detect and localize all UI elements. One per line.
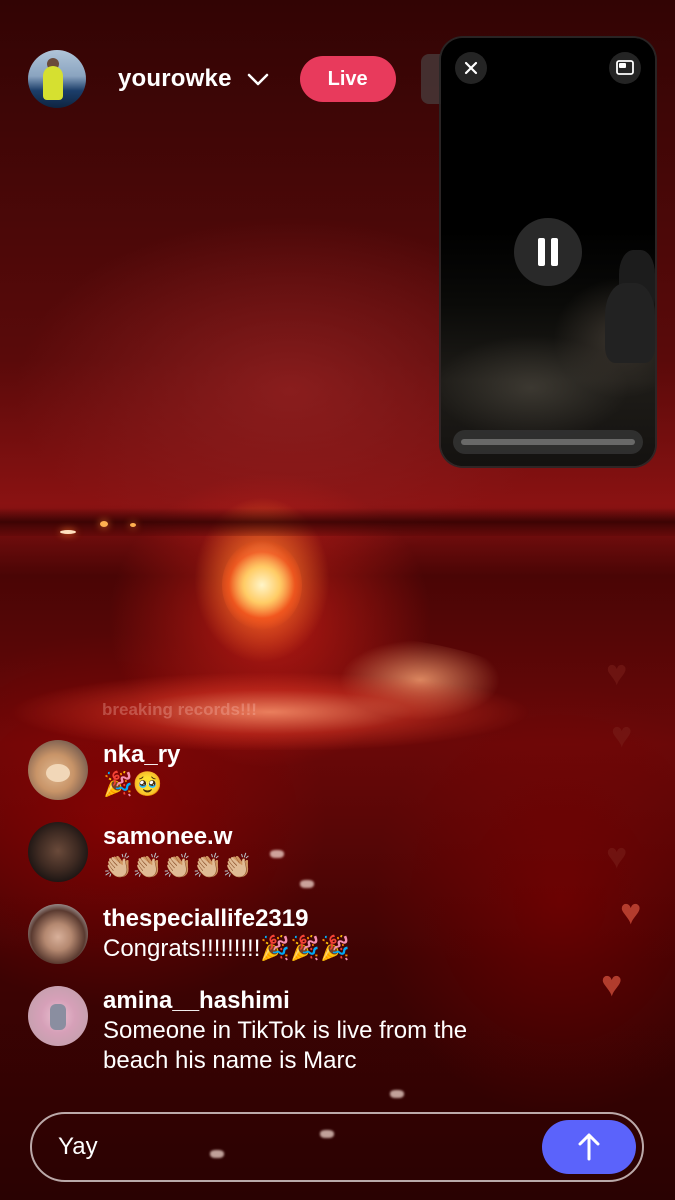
pip-close-button[interactable] xyxy=(455,52,487,84)
shore-light xyxy=(100,521,108,527)
commenter-username[interactable]: nka_ry xyxy=(103,740,180,770)
commenter-avatar[interactable] xyxy=(28,822,88,882)
flare xyxy=(222,540,302,630)
pip-scrubber[interactable] xyxy=(453,430,643,454)
pause-icon xyxy=(538,238,558,266)
pip-person xyxy=(605,283,655,363)
comment-text: 👏🏼👏🏼👏🏼👏🏼👏🏼 xyxy=(103,853,253,880)
chevron-down-icon[interactable] xyxy=(246,67,270,91)
commenter-username[interactable]: thespeciallife2319 xyxy=(103,904,350,934)
pip-scrubber-track[interactable] xyxy=(461,439,635,445)
pip-pause-button[interactable] xyxy=(514,218,582,286)
comment-text: Someone in TikTok is live from the beach… xyxy=(103,1017,468,1074)
comment-text: Congrats!!!!!!!!!🎉🎉🎉 xyxy=(103,935,351,962)
comment-list: nka_ry 🎉🥹 samonee.w 👏🏼👏🏼👏🏼👏🏼👏🏼 thespecia… xyxy=(28,740,588,1098)
live-badge: Live xyxy=(299,56,396,102)
comment-item[interactable]: samonee.w 👏🏼👏🏼👏🏼👏🏼👏🏼 xyxy=(28,822,588,882)
heart-icon: ♥ xyxy=(606,835,628,876)
comment-text: 🎉🥹 xyxy=(103,771,163,798)
heart-icon: ♥ xyxy=(606,652,628,693)
pip-window[interactable] xyxy=(441,38,655,466)
commenter-username[interactable]: amina__hashimi xyxy=(103,986,523,1016)
heart-icon: ♥ xyxy=(601,963,623,1004)
comment-input[interactable] xyxy=(32,1113,542,1181)
live-header: yourowke Live xyxy=(28,50,396,108)
comment-item[interactable]: nka_ry 🎉🥹 xyxy=(28,740,588,800)
pip-restore-button[interactable] xyxy=(609,52,641,84)
commenter-username[interactable]: samonee.w xyxy=(103,822,252,852)
video-overlay-text: breaking records!!! xyxy=(102,700,257,719)
commenter-avatar[interactable] xyxy=(28,986,88,1046)
comment-item[interactable]: thespeciallife2319 Congrats!!!!!!!!!🎉🎉🎉 xyxy=(28,904,588,964)
heart-icon: ♥ xyxy=(620,891,642,932)
shore-light xyxy=(60,530,76,534)
arrow-up-icon xyxy=(578,1133,600,1161)
heart-icon: ♥ xyxy=(611,714,633,755)
comment-input-bar xyxy=(30,1112,644,1182)
picture-in-picture-icon xyxy=(616,60,634,75)
host-username[interactable]: yourowke xyxy=(118,65,232,93)
host-avatar[interactable] xyxy=(28,50,86,108)
close-icon xyxy=(464,61,478,75)
shore-light xyxy=(130,523,136,527)
commenter-avatar[interactable] xyxy=(28,904,88,964)
boat xyxy=(0,630,540,750)
send-button[interactable] xyxy=(542,1120,636,1174)
commenter-avatar[interactable] xyxy=(28,740,88,800)
comment-item[interactable]: amina__hashimi Someone in TikTok is live… xyxy=(28,986,588,1076)
